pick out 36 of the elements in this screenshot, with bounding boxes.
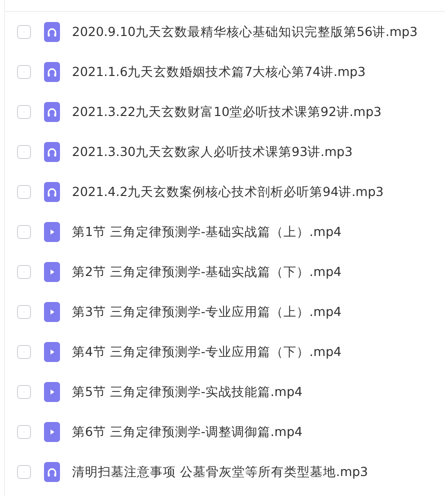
headphones-icon [44, 462, 60, 482]
file-name[interactable]: 2021.4.2九天玄数案例核心技术剖析必听第94讲.mp3 [72, 184, 384, 200]
checkbox[interactable] [17, 385, 31, 399]
checkbox[interactable] [17, 465, 31, 479]
play-icon [44, 382, 60, 402]
checkbox[interactable] [17, 145, 31, 159]
file-name[interactable]: 2020.9.10九天玄数最精华核心基础知识完整版第56讲.mp3 [72, 24, 418, 40]
checkbox[interactable] [17, 265, 31, 279]
headphones-icon [44, 142, 60, 162]
file-name[interactable]: 第3节 三角定律预测学-专业应用篇（上）.mp4 [72, 304, 342, 320]
play-icon [44, 422, 60, 442]
checkbox[interactable] [17, 305, 31, 319]
checkbox[interactable] [17, 185, 31, 199]
checkbox[interactable] [17, 425, 31, 439]
file-name[interactable]: 第2节 三角定律预测学-基础实战篇（下）.mp4 [72, 264, 342, 280]
headphones-icon [44, 62, 60, 82]
file-name[interactable]: 第6节 三角定律预测学-调整调御篇.mp4 [72, 424, 302, 440]
play-icon [44, 222, 60, 242]
file-name[interactable]: 2021.1.6九天玄数婚姻技术篇7大核心第74讲.mp3 [72, 64, 366, 80]
headphones-icon [44, 102, 60, 122]
file-name[interactable]: 第4节 三角定律预测学-专业应用篇（下）.mp4 [72, 344, 342, 360]
play-icon [44, 262, 60, 282]
checkbox[interactable] [17, 105, 31, 119]
play-icon [44, 342, 60, 362]
checkbox[interactable] [17, 345, 31, 359]
headphones-icon [44, 182, 60, 202]
checkbox[interactable] [17, 25, 31, 39]
file-name[interactable]: 2021.3.22九天玄数财富10堂必听技术课第92讲.mp3 [72, 104, 382, 120]
checkbox[interactable] [17, 65, 31, 79]
headphones-icon [44, 22, 60, 42]
checkbox[interactable] [17, 225, 31, 239]
file-name[interactable]: 第1节 三角定律预测学-基础实战篇（上）.mp4 [72, 224, 342, 240]
play-icon [44, 302, 60, 322]
file-name[interactable]: 2021.3.30九天玄数家人必听技术课第93讲.mp3 [72, 144, 353, 160]
file-name[interactable]: 第5节 三角定律预测学-实战技能篇.mp4 [72, 384, 302, 400]
file-name[interactable]: 清明扫墓注意事项 公墓骨灰堂等所有类型墓地.mp3 [72, 464, 368, 480]
